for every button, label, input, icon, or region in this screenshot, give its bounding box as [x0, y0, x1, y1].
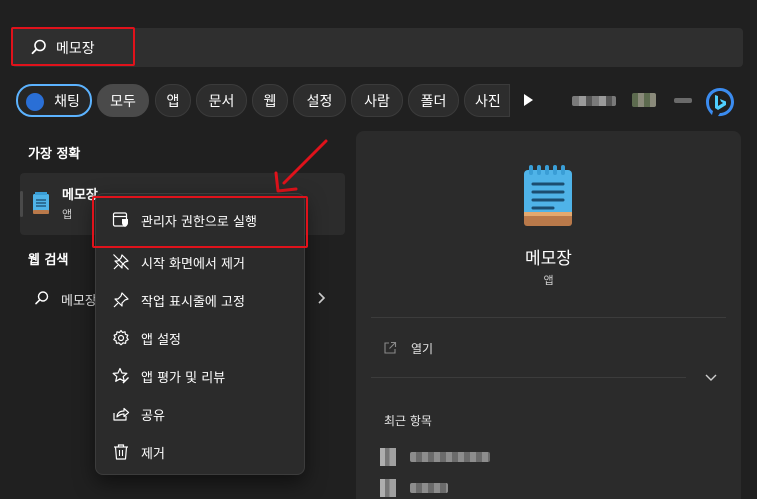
notepad-icon: [33, 192, 49, 214]
chip-label: 앱: [166, 93, 180, 110]
gear-icon: [113, 329, 129, 346]
menu-item-app-settings[interactable]: 앱 설정: [96, 321, 304, 355]
chevron-right-icon[interactable]: [316, 292, 326, 304]
chip-all[interactable]: 모두: [97, 84, 149, 117]
star-edit-icon: [112, 367, 129, 384]
chip-label: 사람: [364, 93, 390, 110]
menu-label: 작업 표시줄에 고정: [141, 295, 245, 310]
menu-item-share[interactable]: 공유: [96, 397, 304, 431]
blurred-account: [572, 96, 616, 106]
recent-item[interactable]: [380, 448, 680, 466]
bing-icon[interactable]: [704, 86, 736, 118]
chip-label: 모두: [110, 93, 136, 110]
menu-item-unpin-start[interactable]: 시작 화면에서 제거: [96, 245, 304, 279]
app-subtitle: 앱: [543, 274, 554, 287]
recent-items-title: 최근 항목: [384, 414, 432, 428]
pin-icon: [113, 292, 129, 308]
filter-bar: 채팅 모두 앱 문서 웹 설정 사람 폴더 사진: [16, 84, 751, 117]
blurred-item: [674, 98, 692, 103]
chip-apps[interactable]: 앱: [155, 84, 191, 117]
blurred-avatar: [632, 93, 656, 107]
menu-label: 앱 설정: [141, 333, 182, 348]
chip-documents[interactable]: 문서: [196, 84, 247, 117]
chip-web[interactable]: 웹: [252, 84, 288, 117]
chip-label: 채팅: [54, 93, 80, 110]
app-title: 메모장: [525, 249, 572, 269]
best-match-title: 가장 정확: [28, 147, 81, 162]
chip-people[interactable]: 사람: [351, 84, 403, 117]
search-highlight-box: [11, 27, 135, 66]
open-action[interactable]: 열기: [371, 337, 726, 363]
menu-label: 제거: [141, 447, 165, 462]
chip-label: 폴더: [420, 93, 447, 110]
selection-indicator: [20, 191, 23, 217]
recent-item[interactable]: [380, 479, 680, 497]
chevron-down-icon[interactable]: [704, 372, 718, 384]
chip-label: 사진: [475, 93, 501, 110]
chip-chat[interactable]: 채팅: [16, 84, 92, 117]
menu-label: 앱 평가 및 리뷰: [141, 371, 226, 386]
divider: [371, 317, 726, 318]
best-match-type: 앱: [62, 208, 73, 221]
unpin-icon: [113, 254, 129, 270]
divider: [371, 377, 686, 378]
scroll-right-icon[interactable]: [522, 92, 534, 108]
blurred-filename: [410, 452, 490, 462]
menu-label: 공유: [141, 409, 165, 424]
menu-label: 시작 화면에서 제거: [141, 257, 245, 272]
blurred-filename: [410, 483, 448, 493]
bing-chat-icon: [26, 93, 44, 111]
search-icon: [35, 291, 49, 305]
chip-label: 웹: [263, 93, 277, 110]
menu-item-uninstall[interactable]: 제거: [96, 435, 304, 469]
menu-item-pin-taskbar[interactable]: 작업 표시줄에 고정: [96, 283, 304, 317]
chip-label: 문서: [208, 93, 235, 110]
web-search-query: 메모장: [61, 294, 97, 309]
trash-icon: [114, 444, 128, 460]
details-pane: 메모장 앱 열기 최근 항목: [356, 131, 741, 499]
open-external-icon: [384, 341, 397, 354]
file-icon: [380, 448, 396, 466]
chip-label: 설정: [306, 93, 333, 110]
chip-folders[interactable]: 폴더: [408, 84, 459, 117]
web-search-title: 웹 검색: [28, 253, 69, 268]
chip-photos[interactable]: 사진: [464, 84, 510, 117]
file-icon: [380, 479, 396, 497]
share-icon: [113, 407, 130, 421]
menu-item-rate-review[interactable]: 앱 평가 및 리뷰: [96, 359, 304, 393]
open-label: 열기: [411, 342, 434, 356]
chip-settings[interactable]: 설정: [293, 84, 346, 117]
annotation-arrow: [274, 139, 328, 193]
menu-highlight-box: [92, 196, 308, 248]
notepad-icon: [524, 165, 572, 226]
